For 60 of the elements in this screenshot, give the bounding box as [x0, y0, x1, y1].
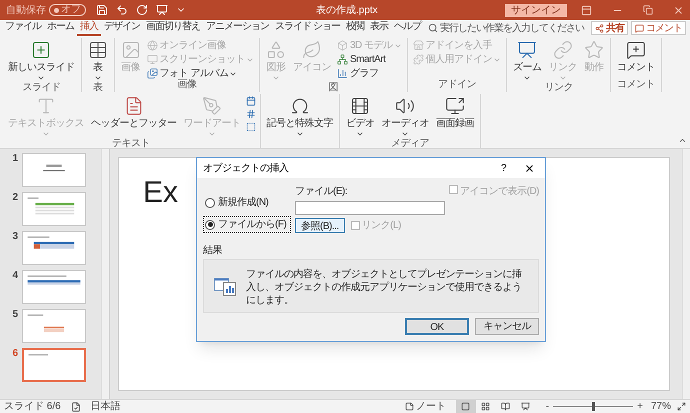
slide-number: 1 — [11, 153, 18, 165]
ribbon-tab[interactable]: 画面切り替え — [143, 20, 203, 36]
ribbon-tab[interactable]: 校閲 — [342, 20, 367, 36]
help-button[interactable]: ? — [494, 160, 512, 176]
search-field[interactable]: 実行したい作業を入力してください — [440, 20, 590, 36]
field-label: ファイル(E): — [295, 185, 348, 199]
result-description: ファイルの内容を、オブジェクトとしてプレゼンテーションに挿入し、オブジェクトの作成元アプリケーションで使用できるようにします。 — [246, 268, 522, 307]
ribbon-button[interactable]: グラフ — [337, 68, 402, 79]
ribbon-button[interactable]: 表 — [84, 38, 110, 82]
group-label: 表 — [92, 82, 102, 94]
ribbon-tab[interactable]: 表示 — [366, 20, 391, 36]
group-label: 図 — [328, 82, 338, 94]
cancel-button[interactable]: キャンセル — [475, 318, 539, 335]
zoom-out-button[interactable]: - — [544, 399, 552, 413]
window-title: 表の作成.pptx — [316, 4, 378, 18]
comments-button[interactable]: コメント — [631, 21, 686, 35]
group-label: メディア — [391, 138, 429, 150]
ribbon-button[interactable]: フォト アルバム — [146, 68, 254, 79]
zoom-in-button[interactable]: + — [635, 399, 645, 413]
ribbon-tab[interactable]: ヘルプ — [390, 20, 424, 36]
ribbon-tab[interactable]: ファイル — [2, 20, 44, 36]
slide-number: 2 — [11, 192, 18, 204]
slide-number: 4 — [11, 270, 18, 282]
ribbon-tab[interactable]: デザイン — [101, 20, 143, 36]
notes-button[interactable]: ノート — [404, 399, 446, 413]
ribbon-button[interactable]: ヘッダーとフッター — [88, 94, 180, 129]
group-label: スライド — [22, 82, 60, 94]
share-button[interactable]: 共有 — [591, 21, 628, 35]
dialog-title: オブジェクトの挿入 — [203, 162, 288, 176]
autosave-toggle[interactable]: オフ — [49, 4, 86, 16]
ribbon-tab[interactable]: アニメーション — [203, 20, 272, 36]
browse-button[interactable]: 参照(B)... — [295, 218, 345, 233]
slide-number: 3 — [11, 231, 18, 243]
group-label: テキスト — [112, 138, 150, 150]
ribbon-tab[interactable]: ホーム — [44, 20, 77, 36]
group-label: 結果 — [203, 245, 222, 256]
ribbon-button[interactable]: 記号と特殊文字 — [264, 94, 336, 138]
ribbon-tab[interactable]: スライド ショー — [272, 20, 343, 36]
ribbon-button[interactable]: 新しいスライド — [5, 38, 78, 82]
slide-indicator: スライド 6/6 — [4, 400, 61, 413]
slide-number: 5 — [11, 309, 18, 321]
group-label: 画像 — [177, 79, 196, 92]
signin-button[interactable]: サインイン — [505, 4, 567, 16]
ribbon-button[interactable]: ズーム — [510, 38, 545, 82]
radio-option[interactable]: 新規作成(N) — [203, 194, 291, 211]
slide-title: Ex — [143, 176, 178, 209]
slide-number: 6 — [11, 348, 18, 360]
language-indicator: 日本語 — [90, 400, 121, 413]
ribbon-button[interactable]: SmartArt — [337, 54, 402, 65]
group-label: コメント — [617, 79, 656, 92]
autosave-label: 自動保存 — [6, 4, 46, 18]
ribbon-button[interactable]: コメント — [614, 38, 658, 73]
ok-button[interactable]: OK — [405, 318, 469, 335]
group-label: アドイン — [438, 79, 476, 92]
ribbon-button[interactable]: ビデオ — [343, 94, 378, 138]
ribbon-button[interactable]: 画面録画 — [433, 94, 477, 129]
group-label: リンク — [544, 82, 573, 94]
radio-option[interactable]: ファイルから(F) — [203, 216, 291, 233]
zoom-percentage: 77% — [650, 400, 671, 413]
ribbon-button[interactable]: オーディオ — [378, 94, 432, 138]
